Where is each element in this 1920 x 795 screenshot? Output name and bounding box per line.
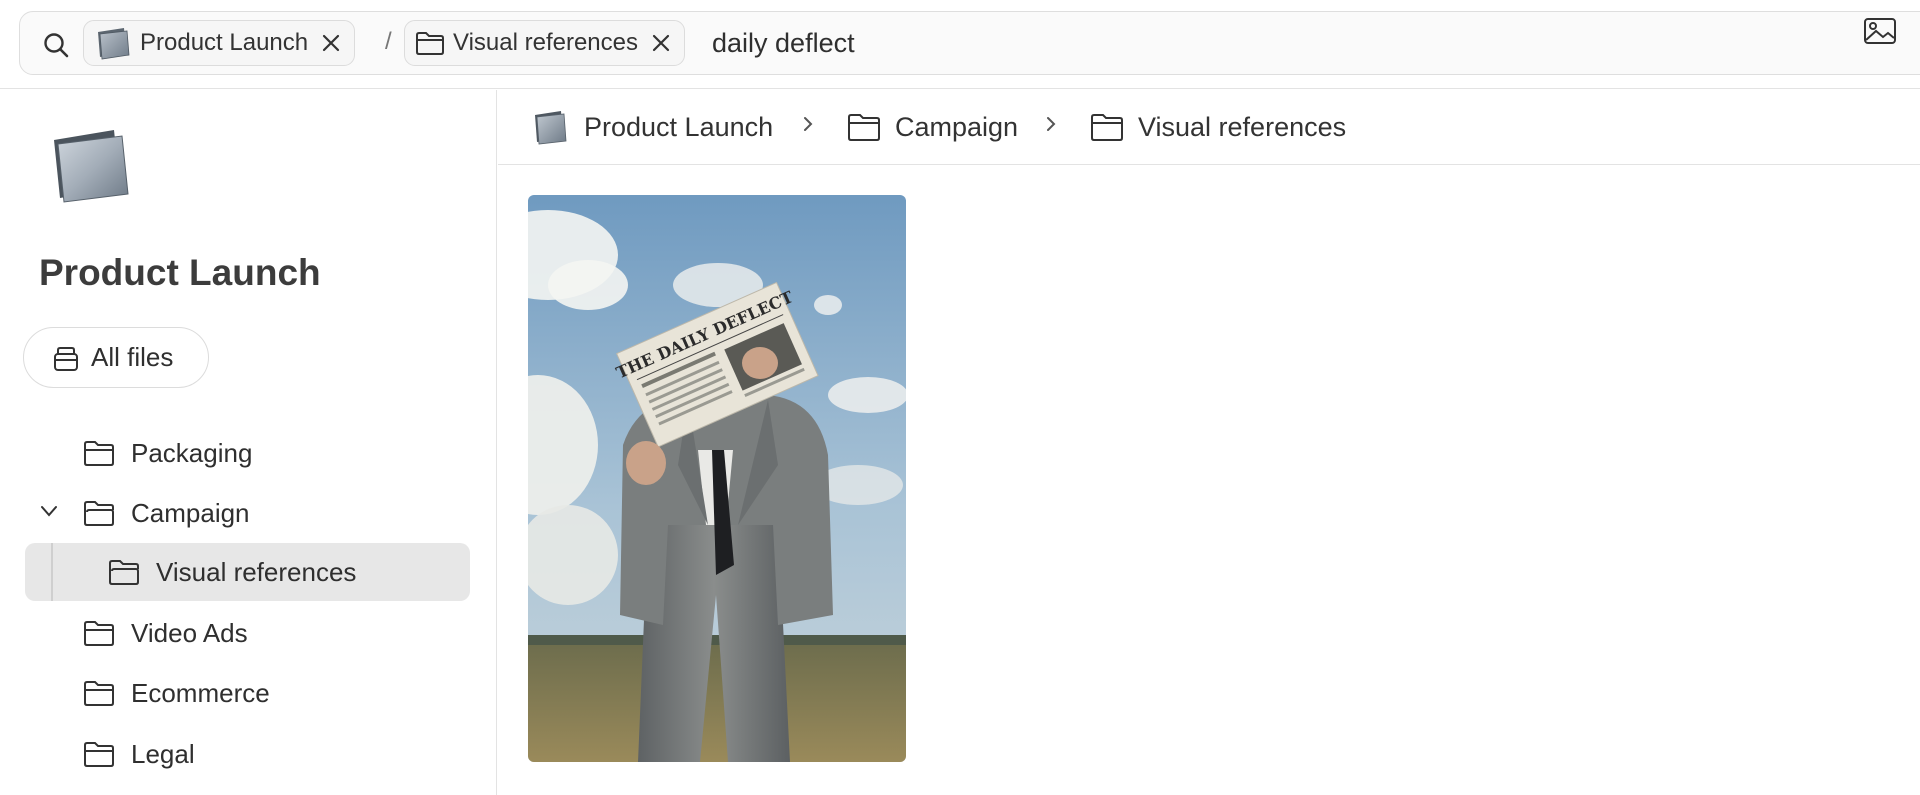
- sidebar-item-label: Video Ads: [131, 617, 248, 648]
- sidebar-item-campaign[interactable]: Campaign: [83, 484, 250, 542]
- archive-icon: [54, 346, 78, 371]
- search-icon[interactable]: [42, 31, 70, 59]
- breadcrumb: Product Launch Campaign Visual reference…: [498, 90, 1920, 165]
- filter-chip-product-launch[interactable]: Product Launch: [83, 20, 356, 66]
- folder-icon: [416, 32, 444, 55]
- breadcrumb-item-visual-references[interactable]: Visual references: [1090, 107, 1346, 147]
- filter-chip-visual-references[interactable]: Visual references: [404, 20, 685, 66]
- chip-label: Visual references: [453, 29, 638, 56]
- breadcrumb-item-campaign[interactable]: Campaign: [847, 107, 1018, 147]
- close-icon[interactable]: [650, 32, 672, 54]
- folder-open-icon: [109, 560, 139, 585]
- sidebar-item-packaging[interactable]: Packaging: [83, 424, 252, 482]
- breadcrumb-item-product-launch[interactable]: Product Launch: [532, 107, 773, 147]
- sidebar-item-ecommerce[interactable]: Ecommerce: [83, 664, 270, 722]
- path-separator: /: [385, 28, 392, 55]
- breadcrumb-label: Visual references: [1138, 111, 1347, 142]
- close-icon[interactable]: [320, 32, 342, 54]
- sidebar: Product Launch All files Packaging Campa…: [0, 90, 497, 795]
- sidebar-item-label: Packaging: [131, 437, 253, 468]
- search-query-text[interactable]: daily deflect: [712, 28, 855, 59]
- breadcrumb-label: Product Launch: [584, 111, 774, 142]
- stack-folder-icon: [98, 28, 130, 60]
- sidebar-title: Product Launch: [39, 252, 321, 293]
- sidebar-item-video-ads[interactable]: Video Ads: [83, 604, 248, 662]
- photo-person-with-newspaper: THE DAILY DEFLECT: [528, 195, 906, 762]
- result-thumbnail[interactable]: THE DAILY DEFLECT: [528, 195, 906, 762]
- stack-folder-icon: [535, 111, 567, 145]
- chevron-right-icon: [804, 117, 813, 131]
- sidebar-item-label: Ecommerce: [131, 677, 270, 708]
- stack-folder-icon: [54, 130, 129, 203]
- search-box[interactable]: Product Launch / Visual references daily…: [19, 11, 1920, 75]
- sidebar-item-label: Visual references: [156, 556, 357, 587]
- folder-icon: [84, 441, 114, 466]
- chevron-right-icon: [1047, 117, 1056, 131]
- folder-icon: [84, 742, 114, 767]
- sidebar-item-visual-references[interactable]: Visual references: [25, 543, 470, 601]
- chip-label: Product Launch: [140, 29, 309, 56]
- all-files-label: All files: [91, 342, 174, 372]
- folder-icon: [84, 681, 114, 706]
- chevron-down-icon[interactable]: [38, 500, 60, 522]
- folder-icon: [1091, 114, 1123, 141]
- tree-guide-line: [51, 543, 53, 601]
- folder-icon: [848, 114, 880, 141]
- all-files-button[interactable]: All files: [23, 327, 209, 388]
- breadcrumb-label: Campaign: [895, 111, 1019, 142]
- folder-icon: [84, 621, 114, 646]
- sidebar-item-label: Legal: [131, 738, 195, 769]
- top-search-bar: Product Launch / Visual references daily…: [0, 0, 1920, 89]
- sidebar-item-legal[interactable]: Legal: [83, 725, 195, 783]
- sidebar-item-label: Campaign: [131, 497, 250, 528]
- image-search-icon[interactable]: [1863, 16, 1897, 46]
- folder-open-icon: [84, 501, 114, 526]
